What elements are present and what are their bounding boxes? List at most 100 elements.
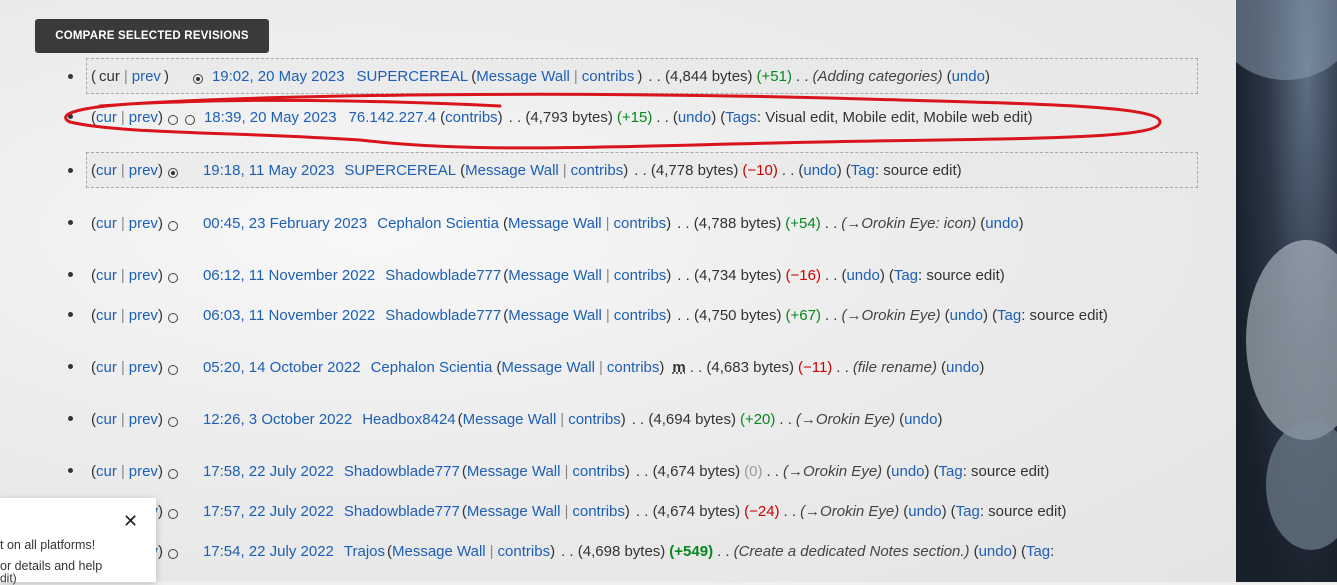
contribs-link[interactable]: contribs (572, 503, 625, 520)
compare-radio-old[interactable] (167, 508, 178, 519)
close-icon[interactable]: ✕ (123, 512, 138, 530)
compare-radio-old[interactable] (167, 416, 178, 427)
tag-link[interactable]: Tag (894, 267, 918, 284)
compare-radio-old[interactable] (167, 364, 178, 375)
undo-link[interactable]: undo (950, 307, 983, 324)
cur-link[interactable]: cur (96, 307, 117, 324)
revision-row: (cur | prev) 18:39, 20 May 2023 76.142.227… (68, 99, 1337, 135)
undo-link[interactable]: undo (846, 267, 879, 284)
contribs-link[interactable]: contribs (607, 359, 660, 376)
message-wall-link[interactable]: Message Wall (463, 411, 557, 428)
compare-radio-old[interactable] (167, 167, 178, 178)
tags-text: : source edit) (979, 502, 1067, 520)
contribs-link[interactable]: contribs (614, 307, 667, 324)
message-wall-link[interactable]: Message Wall (508, 307, 602, 324)
undo-link[interactable]: undo (891, 463, 924, 480)
undo-link[interactable]: undo (979, 543, 1012, 560)
cur-link[interactable]: cur (96, 359, 117, 376)
cur-link[interactable]: cur (96, 267, 117, 284)
tag-link[interactable]: Tag (851, 162, 875, 179)
revision-date-link[interactable]: 06:03, 11 November 2022 (203, 307, 375, 324)
revision-date-link[interactable]: 18:39, 20 May 2023 (204, 109, 337, 126)
user-link[interactable]: Trajos (344, 543, 385, 560)
user-link[interactable]: Headbox8424 (362, 411, 455, 428)
message-wall-link[interactable]: Message Wall (508, 215, 602, 232)
compare-radio-new[interactable] (184, 114, 195, 125)
contribs-link[interactable]: contribs (445, 109, 498, 126)
compare-radio-old[interactable] (167, 114, 178, 125)
user-link[interactable]: Shadowblade777 (385, 307, 501, 324)
user-link[interactable]: Cephalon Scientia (371, 359, 493, 376)
undo-link[interactable]: undo (985, 215, 1018, 232)
compare-selected-revisions-button[interactable]: COMPARE SELECTED REVISIONS (35, 19, 269, 53)
contribs-link[interactable]: contribs (614, 215, 667, 232)
tags-link[interactable]: Tags (725, 109, 757, 126)
undo-link[interactable]: undo (946, 359, 979, 376)
user-link[interactable]: Shadowblade777 (344, 463, 460, 480)
contribs-link[interactable]: contribs (498, 543, 551, 560)
cur-link[interactable]: cur (96, 162, 117, 179)
user-link[interactable]: Cephalon Scientia (377, 215, 499, 232)
contribs-link[interactable]: contribs (571, 162, 624, 179)
message-wall-link[interactable]: Message Wall (508, 267, 602, 284)
prev-link[interactable]: prev (129, 359, 158, 376)
edit-summary: (Create a dedicated Notes section.) (733, 542, 970, 560)
revision-date-link[interactable]: 17:54, 22 July 2022 (203, 543, 334, 560)
user-link[interactable]: 76.142.227.4 (349, 109, 437, 126)
message-wall-link[interactable]: Message Wall (465, 162, 559, 179)
prev-link[interactable]: prev (129, 267, 158, 284)
contribs-link[interactable]: contribs (614, 267, 667, 284)
tags-text: : source edit) (874, 161, 962, 179)
message-wall-link[interactable]: Message Wall (467, 463, 561, 480)
undo-link[interactable]: undo (678, 109, 711, 126)
compare-radio-old[interactable] (167, 220, 178, 231)
contribs-link[interactable]: contribs (582, 68, 635, 85)
message-wall-link[interactable]: Message Wall (392, 543, 486, 560)
tag-link[interactable]: Tag (1026, 543, 1050, 560)
tag-link[interactable]: Tag (997, 307, 1021, 324)
revision-date-link[interactable]: 17:57, 22 July 2022 (203, 503, 334, 520)
revision-row: (cur | prev) 12:26, 3 October 2022 Headbox… (68, 401, 1337, 437)
tag-link[interactable]: Tag (939, 463, 963, 480)
revision-date-link[interactable]: 05:20, 14 October 2022 (203, 359, 361, 376)
user-link[interactable]: Shadowblade777 (344, 503, 460, 520)
cur-link[interactable]: cur (96, 215, 117, 232)
compare-radio-old[interactable] (167, 548, 178, 559)
undo-link[interactable]: undo (904, 411, 937, 428)
compare-radio-old[interactable] (167, 272, 178, 283)
contribs-link[interactable]: contribs (568, 411, 621, 428)
message-wall-link[interactable]: Message Wall (501, 359, 595, 376)
compare-radio-new[interactable] (192, 73, 203, 84)
prev-link[interactable]: prev (129, 307, 158, 324)
revision-date-link[interactable]: 19:18, 11 May 2023 (203, 162, 334, 179)
user-link[interactable]: SUPERCEREAL (344, 162, 456, 179)
message-wall-link[interactable]: Message Wall (476, 68, 570, 85)
contribs-link[interactable]: contribs (572, 463, 625, 480)
undo-link[interactable]: undo (908, 503, 941, 520)
compare-radio-old[interactable] (167, 468, 178, 479)
bullet (68, 468, 73, 473)
tag-link[interactable]: Tag (956, 503, 980, 520)
size-diff: (+51) (756, 67, 792, 85)
prev-link[interactable]: prev (129, 411, 158, 428)
message-wall-link[interactable]: Message Wall (467, 503, 561, 520)
cur-link[interactable]: cur (96, 411, 117, 428)
undo-link[interactable]: undo (803, 162, 836, 179)
prev-link[interactable]: prev (129, 109, 158, 126)
revision-date-link[interactable]: 06:12, 11 November 2022 (203, 267, 375, 284)
undo-link[interactable]: undo (952, 68, 985, 85)
compare-radio-old[interactable] (167, 312, 178, 323)
user-link[interactable]: SUPERCEREAL (357, 68, 469, 85)
revision-date-link[interactable]: 17:58, 22 July 2022 (203, 463, 334, 480)
user-link[interactable]: Shadowblade777 (385, 267, 501, 284)
revision-date-link[interactable]: 19:02, 20 May 2023 (212, 68, 345, 85)
prev-link[interactable]: prev (129, 215, 158, 232)
cur-link[interactable]: cur (96, 109, 117, 126)
revision-date-link[interactable]: 12:26, 3 October 2022 (203, 411, 352, 428)
revision-date-link[interactable]: 00:45, 23 February 2023 (203, 215, 367, 232)
prev-link[interactable]: prev (129, 463, 158, 480)
prev-link[interactable]: prev (129, 162, 158, 179)
cur-link[interactable]: cur (96, 463, 117, 480)
prev-link[interactable]: prev (132, 68, 161, 85)
toast-line-1: t on all platforms! (0, 538, 96, 552)
